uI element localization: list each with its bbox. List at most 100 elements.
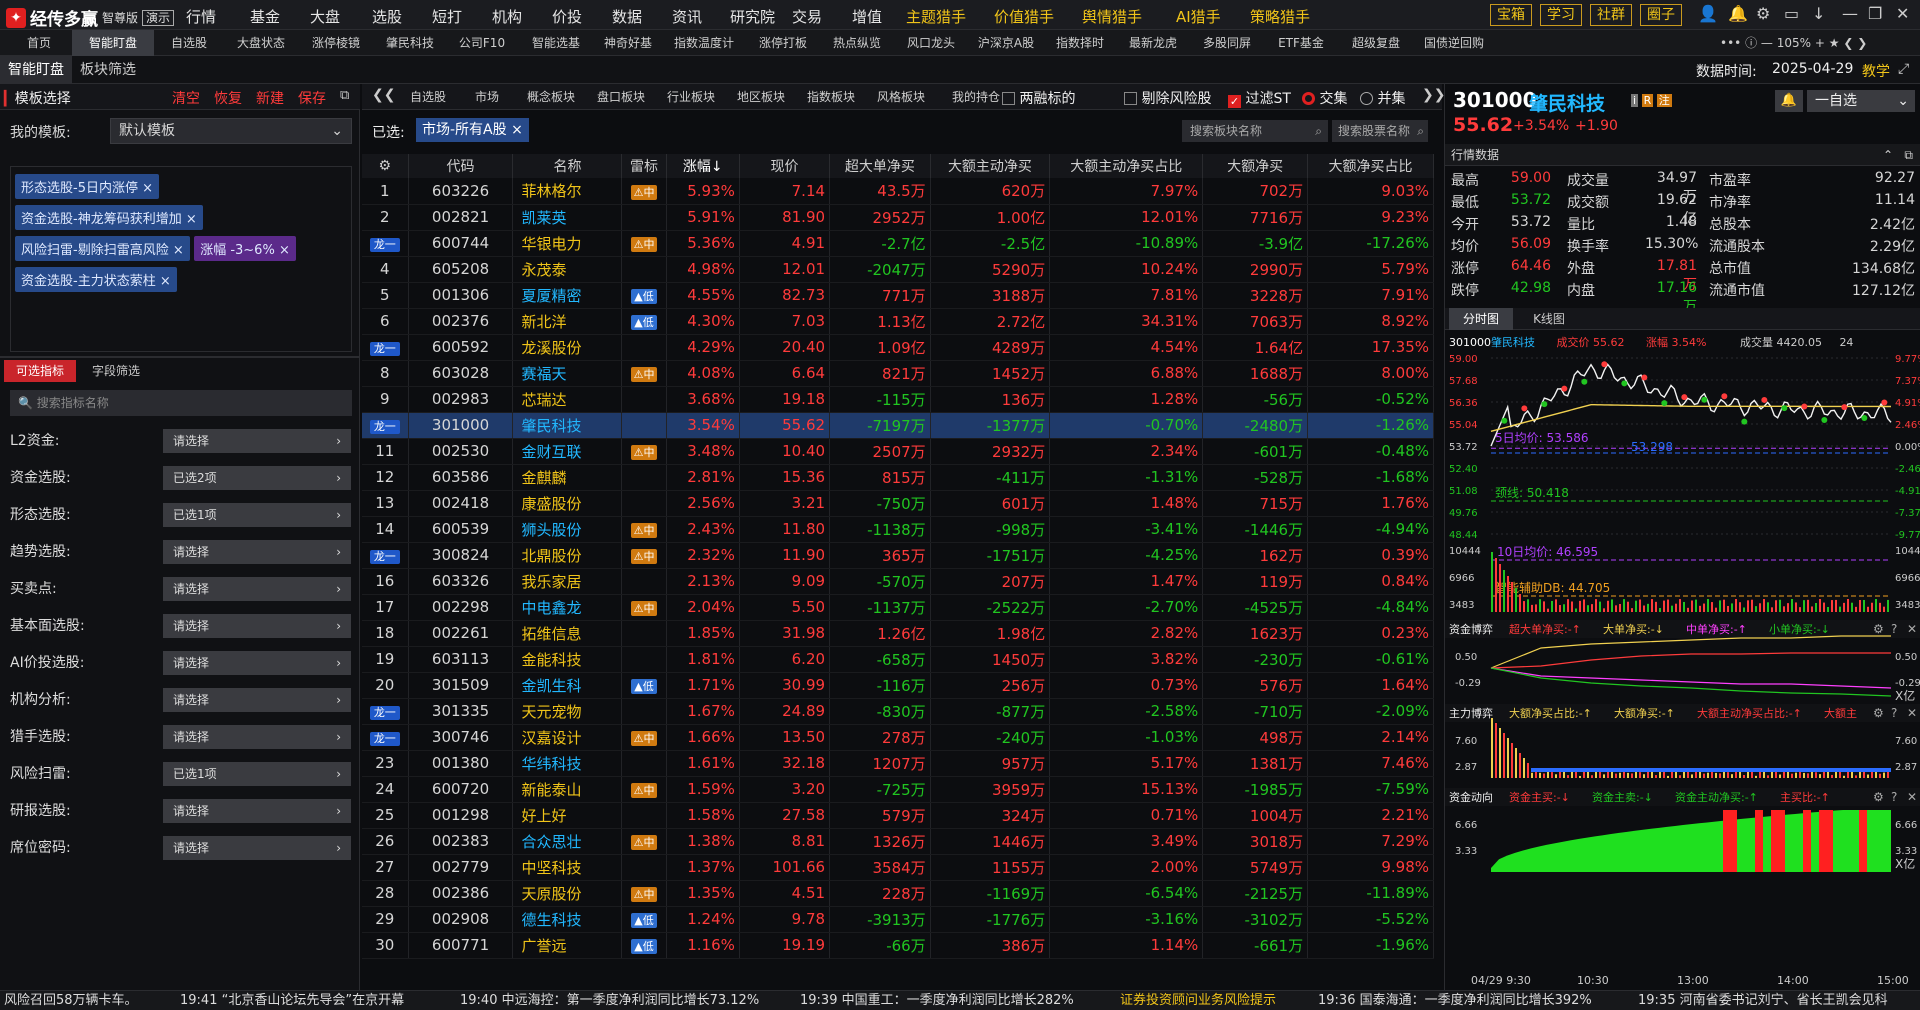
table-row[interactable]: 13 002418 康盛股份 2.56% 3.21 -750万 601万 1.4… <box>362 490 1434 517</box>
zoom-out-icon[interactable]: — <box>1761 36 1773 50</box>
board-tab[interactable]: 概念板块 <box>516 84 586 110</box>
stock-name[interactable]: 康盛股份 <box>512 490 623 517</box>
tab-intraday[interactable]: 分时图 <box>1449 308 1513 330</box>
table-row[interactable]: 龙一 600592 龙溪股份 4.29% 20.40 1.09亿 4289万 4… <box>362 334 1434 361</box>
more-icon[interactable]: ••• <box>1720 36 1741 50</box>
ticker-item[interactable]: 19:41 “北京香山论坛先导会”在京开幕 <box>180 991 404 1010</box>
stock-name[interactable]: 拓维信息 <box>512 620 623 647</box>
table-row[interactable]: 2 002821 凯莱英 5.91% 81.90 2952万 1.00亿 12.… <box>362 204 1434 231</box>
stock-name[interactable]: 北鼎股份 <box>512 542 623 569</box>
menu-hunter-item[interactable]: AI猎手 <box>1176 6 1221 27</box>
expand-right-icon[interactable]: ❯❯ <box>1422 87 1445 103</box>
table-row[interactable]: 25 001298 好上好 1.58% 27.58 579万 324万 0.71… <box>362 802 1434 829</box>
indicator-picker[interactable]: 已选1项 › <box>163 762 351 786</box>
table-row[interactable]: 6 002376 新北洋 ▲低 4.30% 7.03 1.13亿 2.72亿 3… <box>362 308 1434 335</box>
menu-item[interactable]: 选股 <box>372 6 402 27</box>
restore-icon[interactable]: ❐ <box>1868 4 1882 23</box>
tab-item[interactable]: 首页 <box>6 30 72 56</box>
user-icon[interactable]: 👤 <box>1698 4 1718 23</box>
menu-hunter-item[interactable]: 主题猎手 <box>906 6 966 27</box>
indicator-picker[interactable]: 已选2项 › <box>163 466 351 490</box>
stock-name[interactable]: 好上好 <box>512 802 623 829</box>
table-row[interactable]: 16 603326 我乐家居 2.13% 9.09 -570万 207万 1.4… <box>362 568 1434 595</box>
indicator-picker[interactable]: 请选择 › <box>163 429 351 453</box>
close-icon[interactable]: ✕ <box>1896 4 1909 23</box>
alert-button[interactable]: 🔔 <box>1775 90 1803 112</box>
treasure-button[interactable]: 宝箱 <box>1490 4 1532 26</box>
table-row[interactable]: 龙一 300824 北鼎股份 ⚠中 2.32% 11.90 365万 -1751… <box>362 542 1434 569</box>
table-row[interactable]: 龙一 301000 肇民科技 3.54% 55.62 -7197万 -1377万… <box>362 412 1434 439</box>
indicator-picker[interactable]: 请选择 › <box>163 577 351 601</box>
union-radio[interactable]: 并集 <box>1360 88 1405 108</box>
menu-hunter-item[interactable]: 策略猎手 <box>1250 6 1310 27</box>
indicator-picker[interactable]: 请选择 › <box>163 688 351 712</box>
ticker-item[interactable]: 19:39 中国重工：一季度净利润同比增长282% <box>800 991 1074 1010</box>
margin-option[interactable]: 两融标的 <box>1002 88 1075 108</box>
layout-icon[interactable]: ▭ <box>1784 4 1799 23</box>
menu-item[interactable]: 资讯 <box>672 6 702 27</box>
stock-name[interactable]: 金能科技 <box>512 646 623 673</box>
indicator-picker[interactable]: 请选择 › <box>163 540 351 564</box>
col-large-active-ratio[interactable]: 大额主动净买占比 <box>1049 154 1204 178</box>
my-template-select[interactable]: 默认模板 ⌄ <box>110 118 352 144</box>
stock-name[interactable]: 永茂泰 <box>512 256 623 283</box>
menu-item[interactable]: 大盘 <box>310 6 340 27</box>
col-code[interactable]: 代码 <box>408 154 514 178</box>
menu-item[interactable]: 增值 <box>852 6 882 27</box>
tab-item[interactable]: 风口龙头 <box>894 30 968 56</box>
table-row[interactable]: 5 001306 夏厦精密 ▲低 4.55% 82.73 771万 3188万 … <box>362 282 1434 309</box>
stock-name[interactable]: 天原股份 <box>512 880 623 907</box>
clear-button[interactable]: 清空 <box>172 88 200 108</box>
tab-item[interactable]: 指数择时 <box>1044 30 1116 56</box>
table-row[interactable]: 17 002298 中电鑫龙 ⚠中 2.04% 5.50 -1137万 -252… <box>362 594 1434 621</box>
table-row[interactable]: 26 002383 合众思壮 ⚠中 1.38% 8.81 1326万 1446万… <box>362 828 1434 855</box>
stock-name[interactable]: 华纬科技 <box>512 750 623 777</box>
stock-name[interactable]: 赛福天 <box>512 360 623 387</box>
stock-name[interactable]: 广誉远 <box>512 932 623 959</box>
tab-item[interactable]: 涨停棱镜 <box>298 30 374 56</box>
expand-icon[interactable]: ⤢ <box>1898 61 1909 77</box>
tab-item[interactable]: 多股同屏 <box>1190 30 1264 56</box>
tab-item[interactable]: 智能选基 <box>518 30 594 56</box>
stock-name[interactable]: 新北洋 <box>512 308 623 335</box>
learn-button[interactable]: 学习 <box>1540 4 1582 26</box>
settings-column[interactable]: ⚙ <box>362 154 409 178</box>
menu-item[interactable]: 交易 <box>792 6 822 27</box>
table-row[interactable]: 14 600539 狮头股份 ⚠中 2.43% 11.80 -1138万 -99… <box>362 516 1434 543</box>
zoom-in-icon[interactable]: + <box>1815 36 1825 50</box>
table-row[interactable]: 龙一 300746 汉嘉设计 ⚠中 1.66% 13.50 278万 -240万… <box>362 724 1434 751</box>
stock-name[interactable]: 新能泰山 <box>512 776 623 803</box>
stock-name[interactable]: 狮头股份 <box>512 516 623 543</box>
tab-board-filter[interactable]: 板块筛选 <box>80 56 136 84</box>
filter-st-option[interactable]: ✓ 过滤ST <box>1228 88 1291 108</box>
indicator-search-input[interactable]: 🔍 搜索指标名称 <box>10 390 352 416</box>
table-row[interactable]: 11 002530 金财互联 ⚠中 3.48% 10.40 2507万 2932… <box>362 438 1434 465</box>
stock-name[interactable]: 芯瑞达 <box>512 386 623 413</box>
board-tab[interactable]: 行业板块 <box>656 84 726 110</box>
table-row[interactable]: 24 600720 新能泰山 ⚠中 1.59% 3.20 -725万 3959万… <box>362 776 1434 803</box>
col-change[interactable]: 涨幅↓ <box>666 154 740 178</box>
collapse-left-icon[interactable]: ❮❮ <box>372 87 395 103</box>
intersection-radio[interactable]: 交集 <box>1302 88 1347 108</box>
col-name[interactable]: 名称 <box>512 154 623 178</box>
teach-link[interactable]: 教学 <box>1862 61 1890 81</box>
stock-name[interactable]: 夏厦精密 <box>512 282 623 309</box>
ticker-item[interactable]: 风险召回58万辆卡车。 <box>4 991 138 1010</box>
menu-hunter-item[interactable]: 价值猎手 <box>994 6 1054 27</box>
community-button[interactable]: 社群 <box>1590 4 1632 26</box>
table-row[interactable]: 4 605208 永茂泰 4.98% 12.01 -2047万 5290万 10… <box>362 256 1434 283</box>
col-mine[interactable]: 雷标 <box>621 154 667 178</box>
board-tab[interactable]: 市场 <box>458 84 516 110</box>
stock-name[interactable]: 肇民科技 <box>512 412 623 439</box>
gear-icon[interactable]: ⚙ <box>1756 4 1770 23</box>
board-tab[interactable]: 地区板块 <box>726 84 796 110</box>
stock-name[interactable]: 天元宠物 <box>512 698 623 725</box>
tab-item[interactable]: 大盘状态 <box>224 30 298 56</box>
table-row[interactable]: 27 002779 中坚科技 1.37% 101.66 3584万 1155万 … <box>362 854 1434 881</box>
restore-button[interactable]: 恢复 <box>214 88 242 108</box>
stock-name[interactable]: 龙溪股份 <box>512 334 623 361</box>
menu-item[interactable]: 机构 <box>492 6 522 27</box>
star-icon[interactable]: ★ <box>1829 36 1840 50</box>
tab-smart-watch[interactable]: 智能盯盘 <box>0 56 72 84</box>
ticker-item[interactable]: 19:36 国泰海通：一季度净利润同比增长392% <box>1318 991 1592 1010</box>
